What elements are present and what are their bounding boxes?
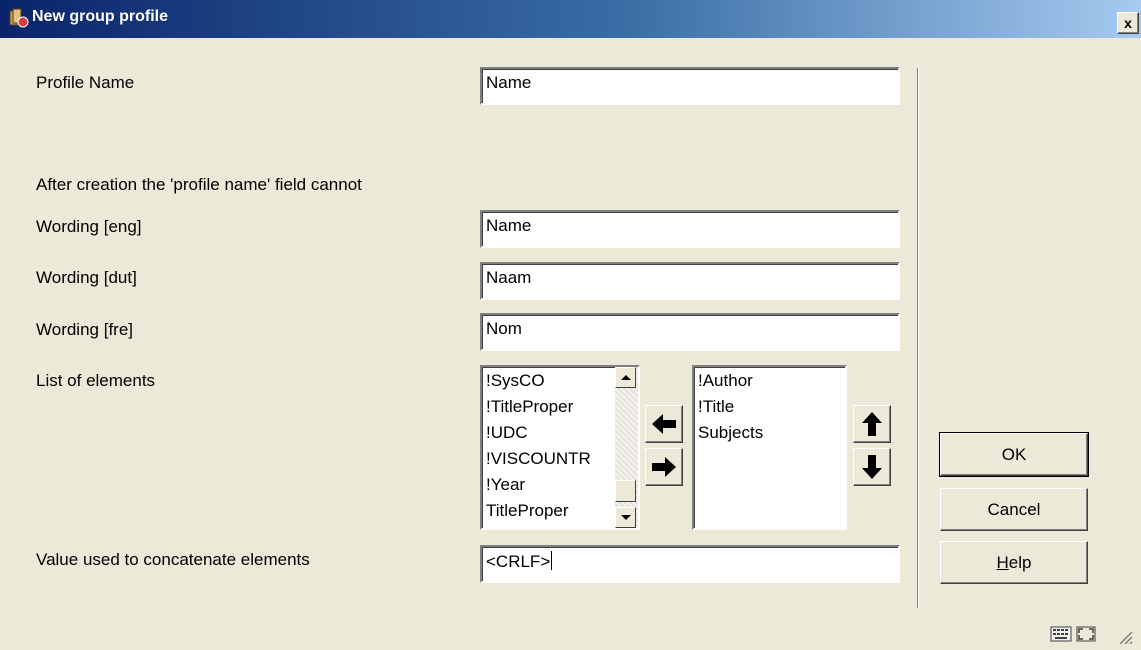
available-element-item[interactable]: !Year [482,472,617,498]
arrow-right-icon [652,457,676,477]
cancel-button[interactable]: Cancel [940,488,1088,531]
window-title: New group profile [32,8,168,25]
available-element-item[interactable]: !TitleProper [482,394,617,420]
available-element-item[interactable]: !SysCO [482,368,617,394]
keyboard-icon[interactable] [1050,625,1072,643]
available-element-item[interactable]: !VISCOUNTR [482,446,617,472]
available-element-item[interactable]: TitleProper [482,498,617,524]
move-up-button[interactable] [853,405,891,443]
scroll-thumb[interactable] [615,480,636,502]
scroll-down-button[interactable] [615,507,636,528]
maximize-icon[interactable] [1075,625,1097,643]
close-button[interactable]: x [1117,12,1139,34]
selected-element-item[interactable]: !Author [694,368,763,394]
profile-name-note: After creation the 'profile name' field … [36,175,362,194]
help-label-rest: elp [1008,552,1032,572]
scroll-down-icon [620,515,631,520]
move-left-button[interactable] [645,405,683,443]
text-caret [551,551,553,570]
available-element-item[interactable]: !UDC [482,420,617,446]
cancel-button-label: Cancel [987,499,1041,519]
wording-fre-input[interactable]: Nom [480,313,900,351]
wording-eng-label: Wording [eng] [36,217,142,236]
ok-button-label: OK [1001,444,1027,464]
profile-name-label: Profile Name [36,73,135,92]
list-of-elements-label: List of elements [36,371,156,390]
dialog-window: New group profile x Profile Name Name Af… [0,0,1141,650]
selected-element-item[interactable]: !Title [694,394,763,420]
ok-button[interactable]: OK [939,432,1089,477]
scroll-up-icon [620,375,631,380]
resize-grip-icon[interactable] [1116,628,1134,644]
selected-element-item[interactable]: Subjects [694,420,763,446]
concatenate-value: <CRLF> [486,552,551,571]
profile-name-input[interactable]: Name [480,67,900,105]
title-bar[interactable]: New group profile x [0,0,1141,38]
help-button[interactable]: Help [940,541,1088,584]
available-elements-list[interactable]: !SysCO !TitleProper !UDC !VISCOUNTR !Yea… [480,365,640,530]
wording-fre-label: Wording [fre] [36,320,134,339]
arrow-up-icon [862,412,882,436]
selected-elements-list[interactable]: !Author !Title Subjects [692,365,847,530]
wording-dut-input[interactable]: Naam [480,262,900,300]
vertical-divider [917,68,919,608]
help-accelerator: H [996,552,1009,572]
scroll-up-button[interactable] [615,367,636,388]
concatenate-input[interactable]: <CRLF> [480,545,900,583]
wording-dut-label: Wording [dut] [36,268,137,287]
help-button-label: Help [997,553,1032,573]
close-icon: x [1124,15,1132,31]
arrow-left-icon [652,414,676,434]
concatenate-label: Value used to concatenate elements [36,550,310,569]
wording-eng-input[interactable]: Name [480,210,900,248]
move-down-button[interactable] [853,448,891,486]
available-list-scrollbar[interactable] [615,367,638,528]
app-icon [9,8,29,28]
move-right-button[interactable] [645,448,683,486]
arrow-down-icon [862,455,882,479]
